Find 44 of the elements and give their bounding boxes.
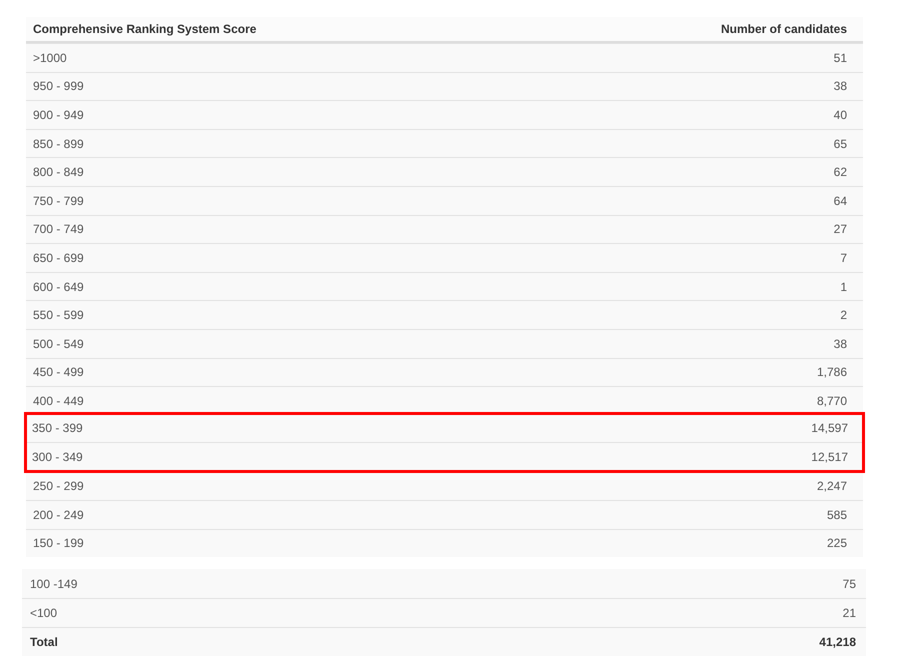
- table-cell: 40: [834, 108, 847, 122]
- table-cell: 62: [834, 165, 847, 180]
- table-cell: 1: [840, 280, 847, 294]
- table-cell: 8,770: [816, 394, 847, 408]
- table-cell: 200 - 249: [33, 508, 84, 522]
- table-cell: 450 - 499: [33, 365, 84, 380]
- table-cell: 100 -149: [30, 576, 78, 591]
- table-cell: 900 - 949: [33, 108, 84, 122]
- table-cell: 500 - 549: [33, 336, 84, 351]
- total-cell: 41,218: [819, 635, 856, 650]
- table-cell: 7: [840, 250, 847, 265]
- total-cell: Total: [30, 635, 58, 650]
- table-cell: 65: [834, 136, 847, 151]
- table-cell: 38: [834, 79, 847, 94]
- table-cell: 75: [842, 576, 856, 591]
- table-cell: >1000: [33, 50, 67, 65]
- table-cell: 950 - 999: [33, 79, 84, 94]
- table-cell: 550 - 599: [33, 308, 84, 322]
- column-header: Number of candidates: [720, 22, 847, 36]
- table-cell: 300 - 349: [32, 450, 83, 464]
- table-cell: 1,786: [816, 365, 847, 380]
- table-cell: 750 - 799: [33, 194, 84, 208]
- table-cell: 250 - 299: [33, 479, 84, 494]
- column-header: Comprehensive Ranking System Score: [33, 22, 256, 36]
- table-cell: 2: [840, 308, 847, 322]
- table-cell: 12,517: [811, 450, 848, 464]
- table-cell: 225: [826, 536, 847, 550]
- table-cell: 350 - 399: [32, 421, 83, 436]
- table-cell: 150 - 199: [33, 536, 84, 550]
- table-cell: <100: [30, 606, 58, 620]
- table-cell: 650 - 699: [33, 250, 84, 265]
- table-cell: 600 - 649: [33, 280, 84, 294]
- table-cell: 2,247: [816, 479, 847, 494]
- table-cell: 700 - 749: [33, 222, 84, 236]
- table-cell: 21: [842, 606, 856, 620]
- table-cell: 64: [834, 194, 847, 208]
- table-cell: 14,597: [811, 421, 848, 436]
- table-cell: 38: [834, 336, 847, 351]
- table-cell: 850 - 899: [33, 136, 84, 151]
- table-cell: 800 - 849: [33, 165, 84, 180]
- table-cell: 51: [834, 50, 847, 65]
- table-cell: 27: [834, 222, 847, 236]
- table-cell: 400 - 449: [33, 394, 84, 408]
- table-cell: 585: [826, 508, 847, 522]
